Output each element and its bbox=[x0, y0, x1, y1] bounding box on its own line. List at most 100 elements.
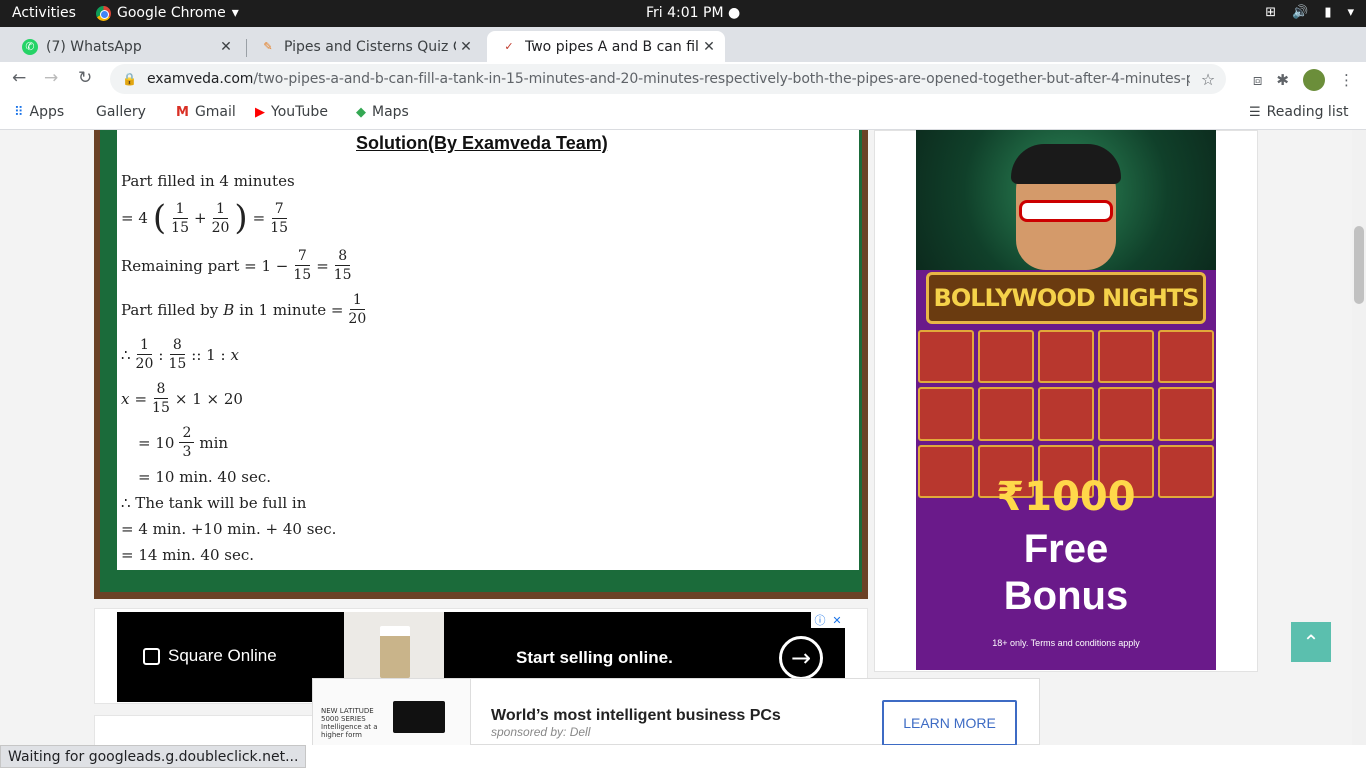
bookmark-apps[interactable]: ⠿ Apps bbox=[14, 104, 64, 120]
math-text: Remaining part = 1 − bbox=[121, 256, 289, 275]
fraction: 7 15 bbox=[293, 247, 311, 284]
bollywood-ad[interactable]: BOLLYWOOD NIGHTS ₹1000 Free Bonus 18+ onl… bbox=[916, 130, 1216, 670]
ad-headline[interactable]: World’s most intelligent business PCs bbox=[491, 707, 781, 725]
info-icon[interactable]: ⓘ bbox=[814, 612, 825, 628]
tab-whatsapp[interactable]: ✆ (7) WhatsApp ✕ bbox=[8, 31, 242, 62]
bookmark-gallery[interactable]: Gallery bbox=[90, 104, 146, 120]
bookmark-star-icon[interactable]: ☆ bbox=[1190, 70, 1226, 89]
solution-line: ∴ The tank will be full in bbox=[121, 494, 306, 512]
menu-kebab-icon[interactable]: ⋮ bbox=[1339, 71, 1354, 89]
solution-line: Part filled by B in 1 minute = 1 20 bbox=[121, 291, 366, 328]
denominator: 15 bbox=[171, 219, 189, 236]
examveda-icon: ✓ bbox=[504, 40, 514, 53]
slot-cell bbox=[1158, 387, 1214, 441]
system-tray[interactable]: ⊞ 🔊 ▮ ▾ bbox=[1265, 5, 1354, 20]
bookmark-gmail[interactable]: M Gmail bbox=[176, 104, 236, 120]
bookmark-youtube[interactable]: ▶ YouTube bbox=[255, 104, 328, 120]
slot-cell bbox=[1098, 330, 1154, 384]
laptop-icon bbox=[393, 701, 445, 733]
math-text: Part filled by bbox=[121, 300, 219, 319]
math-text: = 10 bbox=[138, 433, 175, 452]
profile-avatar[interactable] bbox=[1303, 69, 1325, 91]
fraction: 7 15 bbox=[270, 200, 288, 237]
whatsapp-icon: ✆ bbox=[22, 38, 38, 55]
extension-icon[interactable]: ⧈ bbox=[1253, 71, 1263, 89]
numerator: 2 bbox=[179, 424, 195, 443]
clock[interactable]: Fri 4:01 PM ● bbox=[646, 5, 740, 21]
lock-icon[interactable]: 🔒 bbox=[122, 72, 137, 86]
gmail-icon: M bbox=[176, 104, 189, 120]
close-icon[interactable]: ✕ bbox=[216, 39, 236, 55]
bookmarks-bar: ⠿ Apps Gallery M Gmail ▶ YouTube ◆ Maps ☰ Rea… bbox=[0, 96, 1366, 130]
apps-grid-icon: ⠿ bbox=[14, 104, 24, 120]
tab-pipes-quiz[interactable]: ✎ Pipes and Cisterns Quiz O ✕ bbox=[246, 31, 482, 62]
close-ad-icon[interactable]: ✕ bbox=[832, 614, 841, 627]
math-text: = 14 min. 40 sec. bbox=[121, 546, 255, 564]
character-hair bbox=[1011, 144, 1121, 184]
close-icon[interactable]: ✕ bbox=[456, 39, 476, 55]
youtube-icon: ▶ bbox=[255, 104, 265, 120]
denominator: 20 bbox=[135, 356, 154, 372]
clock-text: Fri 4:01 PM bbox=[646, 5, 724, 21]
bookmark-label: Apps bbox=[29, 104, 65, 120]
slot-cell bbox=[1038, 387, 1094, 441]
slot-grid bbox=[916, 330, 1216, 498]
browser-toolbar: ← → ↻ 🔒 examveda.com/two-pipes-a-and-b-c… bbox=[0, 62, 1366, 96]
learn-more-button[interactable]: LEARN MORE bbox=[882, 700, 1017, 745]
dell-ad[interactable]: NEW LATITUDE 5000 SERIES Intelligence at… bbox=[312, 678, 1040, 745]
math-var: x bbox=[121, 389, 130, 408]
fraction: 23 bbox=[179, 424, 195, 461]
close-icon[interactable]: ✕ bbox=[699, 39, 719, 55]
fraction: 1 20 bbox=[348, 291, 366, 328]
address-bar[interactable]: 🔒 examveda.com/two-pipes-a-and-b-can-fil… bbox=[110, 64, 1226, 94]
bookmark-maps[interactable]: ◆ Maps bbox=[356, 104, 409, 120]
reload-icon[interactable]: ↻ bbox=[78, 68, 92, 88]
solution-line: ∴ 1 20 : 8 15 :: 1 : x bbox=[121, 336, 239, 373]
bookmark-label: Gmail bbox=[194, 104, 236, 120]
solution-line: = 4 min. +10 min. + 40 sec. bbox=[121, 520, 336, 538]
tab-title: (7) WhatsApp bbox=[46, 38, 142, 55]
reading-list[interactable]: ☰ Reading list bbox=[1249, 104, 1349, 120]
denominator: 15 bbox=[168, 356, 187, 372]
examveda-icon: ✎ bbox=[263, 40, 273, 53]
denominator: 15 bbox=[333, 267, 352, 283]
paren-open: ( bbox=[152, 198, 167, 238]
ad-cta-text[interactable]: Start selling online. bbox=[516, 648, 673, 668]
url-text[interactable]: examveda.com/two-pipes-a-and-b-can-fill-… bbox=[147, 71, 1190, 87]
tab-two-pipes[interactable]: ✓ Two pipes A and B can fill ✕ bbox=[487, 31, 725, 62]
bookmark-label: YouTube bbox=[271, 104, 328, 120]
reading-list-icon: ☰ bbox=[1249, 104, 1261, 120]
denominator: 20 bbox=[348, 311, 367, 327]
chrome-icon bbox=[96, 5, 111, 21]
bookmark-label: Gallery bbox=[96, 104, 146, 120]
url-domain: examveda.com bbox=[146, 71, 254, 87]
scrollbar-thumb[interactable] bbox=[1354, 226, 1364, 304]
battery-icon: ▮ bbox=[1324, 5, 1332, 20]
math-var: B bbox=[223, 300, 235, 319]
solution-line: Remaining part = 1 − 7 15 = 8 15 bbox=[121, 247, 352, 284]
ad-free-text: Free bbox=[1023, 527, 1109, 571]
scroll-to-top-button[interactable]: ⌃ bbox=[1291, 622, 1331, 662]
forward-icon[interactable]: → bbox=[44, 68, 58, 88]
ad-bonus-text: Bonus bbox=[1003, 574, 1129, 618]
puzzle-icon[interactable]: ✱ bbox=[1276, 71, 1289, 89]
math-text: Part filled in 4 minutes bbox=[121, 172, 295, 190]
app-name: Google Chrome bbox=[117, 5, 226, 21]
solution-line: = 14 min. 40 sec. bbox=[121, 546, 254, 564]
back-icon[interactable]: ← bbox=[12, 68, 26, 88]
adchoices-icon[interactable]: ⓘ ✕ bbox=[811, 612, 845, 628]
network-icon: ⊞ bbox=[1265, 5, 1277, 20]
app-menu[interactable]: Google Chrome ▾ bbox=[96, 5, 239, 21]
equals: = bbox=[252, 209, 266, 227]
arrow-right-icon[interactable]: → bbox=[779, 636, 823, 680]
activities-button[interactable]: Activities bbox=[12, 5, 76, 21]
math-text: :: 1 : bbox=[191, 345, 226, 364]
tab-title: Pipes and Cisterns Quiz O bbox=[284, 38, 456, 55]
ad-terms: 18+ only. Terms and conditions apply bbox=[992, 638, 1140, 648]
scrollbar[interactable] bbox=[1352, 130, 1366, 745]
numerator: 1 bbox=[349, 291, 365, 310]
ad-image-text: NEW LATITUDE 5000 SERIES Intelligence at… bbox=[321, 707, 378, 739]
solution-line: Part filled in 4 minutes bbox=[121, 172, 295, 190]
math-text: = 4 bbox=[121, 209, 148, 227]
bookmark-label: Reading list bbox=[1266, 104, 1349, 120]
